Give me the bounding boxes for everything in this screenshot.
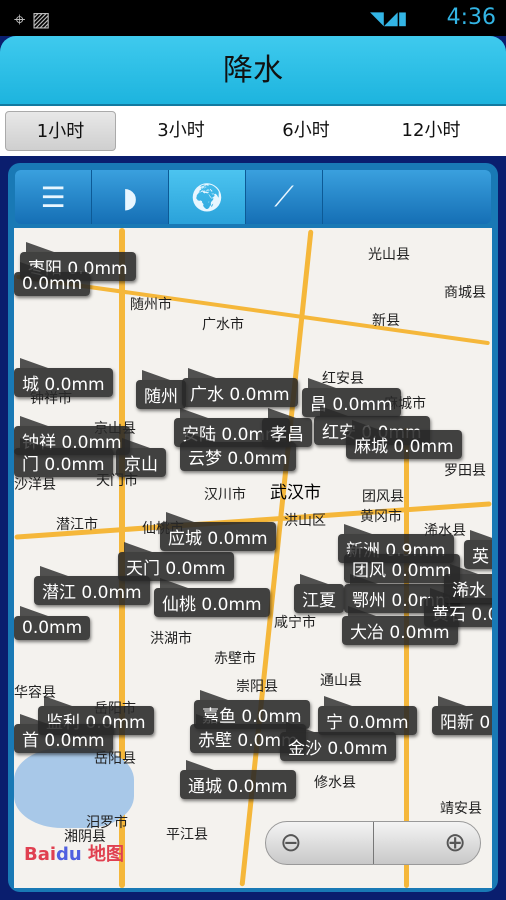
place-label: 武汉市 <box>270 483 321 503</box>
precipitation-marker[interactable]: 城 0.0mm <box>14 358 113 397</box>
precipitation-marker[interactable]: 门 0.0mm <box>14 438 113 477</box>
view-toolbar: ☰ ◗ 🌍︎ ⟋ <box>15 170 491 224</box>
place-label: 潜江市 <box>56 517 98 533</box>
place-label: 咸宁市 <box>274 615 316 631</box>
precipitation-marker[interactable]: 仙桃 0.0mm <box>154 578 270 617</box>
precipitation-marker[interactable]: 首 0.0mm <box>14 714 113 753</box>
zoom-out-button[interactable]: ⊖ <box>266 822 373 864</box>
map-view[interactable]: 随州市广水市光山县商城县新县红安县麻城市京山县天门市沙洋县汉川市武汉市团风县罗田… <box>14 228 492 888</box>
radar-icon[interactable]: ◗ <box>92 170 169 224</box>
precipitation-marker[interactable]: 0.0mm <box>14 606 91 640</box>
gps-icon: ⌖ ▨ <box>14 7 51 31</box>
place-label: 光山县 <box>368 247 410 263</box>
zoom-control: ⊖ ⊕ <box>265 821 481 865</box>
precipitation-marker[interactable]: 随州 <box>136 370 186 409</box>
place-label: 沙洋县 <box>14 477 56 493</box>
place-label: 罗田县 <box>444 463 486 479</box>
precipitation-marker[interactable]: 广水 0.0mm <box>182 368 298 407</box>
precipitation-marker[interactable]: 阳新 0 <box>432 696 492 735</box>
world-map-icon[interactable]: 🌍︎ <box>169 170 246 224</box>
clock: 4:36 <box>446 5 496 30</box>
tab-6h[interactable]: 6小时 <box>246 111 366 151</box>
place-label: 黄冈市 <box>360 509 402 525</box>
precipitation-marker[interactable]: 金沙 0.0mm <box>280 722 396 761</box>
page-title: 降水 <box>223 53 283 88</box>
precipitation-marker[interactable]: 江夏 <box>294 574 344 613</box>
place-label: 通山县 <box>320 673 362 689</box>
precipitation-marker[interactable]: 京山 <box>116 438 166 477</box>
place-label: 洪山区 <box>284 513 326 529</box>
precipitation-marker[interactable]: 通城 0.0mm <box>180 760 296 799</box>
place-label: 靖安县 <box>440 801 482 817</box>
tab-12h[interactable]: 12小时 <box>371 111 491 151</box>
header: 降水 <box>0 36 506 106</box>
place-label: 汉川市 <box>204 487 246 503</box>
status-bar: ⌖ ▨ ◥◢▮ 4:36 <box>0 0 506 36</box>
precipitation-marker[interactable]: 云梦 0.0mm <box>180 432 296 471</box>
map-panel: ☰ ◗ 🌍︎ ⟋ 随州市广水市光山县商城县新县红安县麻城市京山县天门市沙洋县汉川… <box>8 163 498 892</box>
zoom-in-button[interactable]: ⊕ <box>372 822 481 864</box>
precipitation-marker[interactable]: 大冶 0.0mm <box>342 606 458 645</box>
place-label: 平江县 <box>166 827 208 843</box>
place-label: 新县 <box>372 313 400 329</box>
baidu-logo: Baidu 地图 <box>24 844 125 865</box>
precipitation-marker[interactable]: 麻城 0.0mm <box>346 420 462 459</box>
line-chart-icon[interactable]: ⟋ <box>246 170 323 224</box>
place-label: 赤壁市 <box>214 651 256 667</box>
precipitation-marker[interactable]: 宁 0.0mm <box>318 696 417 735</box>
precipitation-marker[interactable]: 应城 0.0mm <box>160 512 276 551</box>
tab-1h[interactable]: 1小时 <box>5 111 116 151</box>
precipitation-marker[interactable]: 昌 0.0mm <box>302 378 401 417</box>
precipitation-marker[interactable]: 潜江 0.0mm <box>34 566 150 605</box>
precipitation-marker[interactable]: 0.0mm <box>14 262 91 296</box>
list-icon[interactable]: ☰ <box>15 170 92 224</box>
precipitation-marker[interactable]: 浠水 0 <box>444 564 492 603</box>
wifi-signal-battery-icons: ◥◢▮ <box>370 8 408 29</box>
place-label: 洪湖市 <box>150 631 192 647</box>
place-label: 随州市 <box>130 297 172 313</box>
place-label: 修水县 <box>314 775 356 791</box>
place-label: 商城县 <box>444 285 486 301</box>
tab-3h[interactable]: 3小时 <box>121 111 241 151</box>
time-range-tabs: 1小时 3小时 6小时 12小时 <box>0 106 506 156</box>
place-label: 团风县 <box>362 489 404 505</box>
place-label: 广水市 <box>202 317 244 333</box>
place-label: 崇阳县 <box>236 679 278 695</box>
